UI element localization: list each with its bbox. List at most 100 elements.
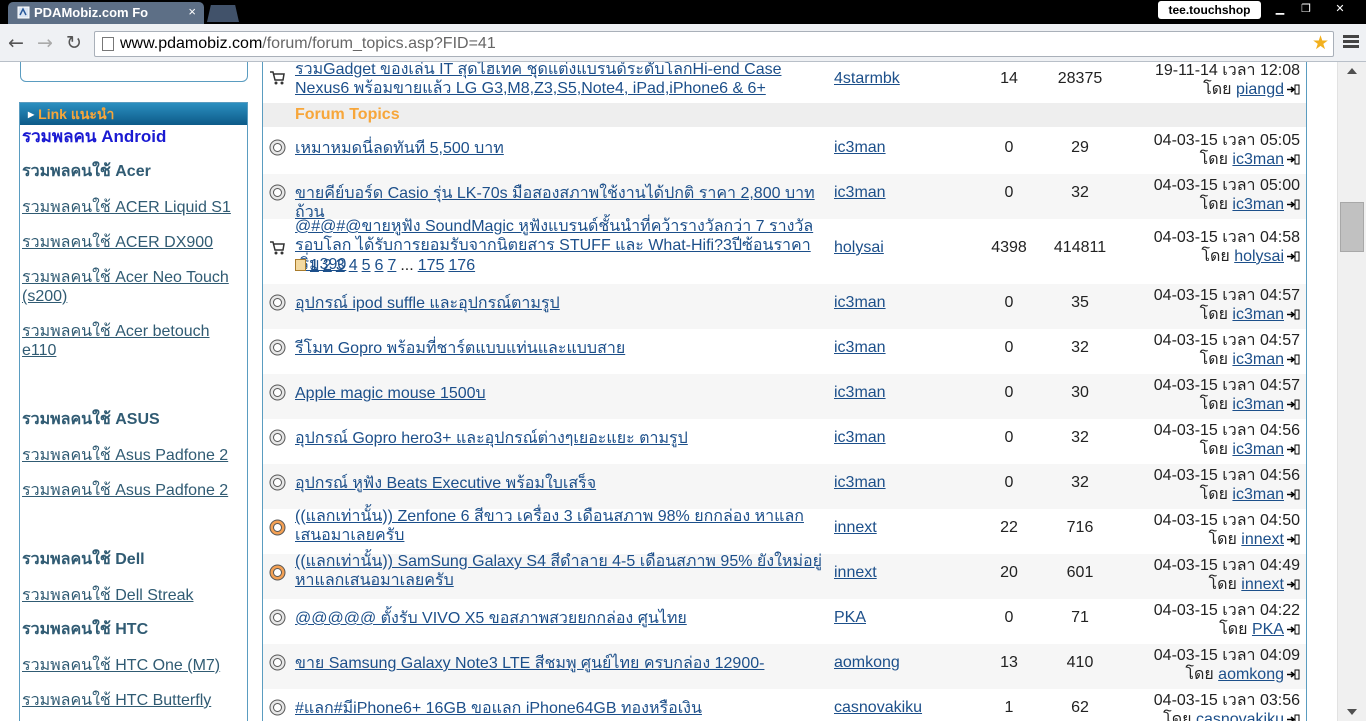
topic-title-link[interactable]: อุปกรณ์ ipod suffle และอุปกรณ์ตามรูป — [295, 294, 825, 313]
reload-icon[interactable]: ↻ — [66, 31, 82, 55]
back-icon[interactable]: ← — [8, 31, 24, 55]
pagination-link[interactable]: 1 — [310, 257, 319, 274]
last-post-user-link[interactable]: aomkong — [1218, 666, 1284, 683]
topic-author-link[interactable]: aomkong — [834, 654, 900, 672]
last-post-user-link[interactable]: ic3man — [1232, 396, 1284, 413]
last-post-user-link[interactable]: ic3man — [1232, 151, 1284, 168]
topic-views: 32 — [1071, 474, 1089, 491]
sidebar-link[interactable]: รวมพลคนใช้ ACER Liquid S1 — [22, 198, 231, 217]
restore-icon[interactable]: ❐ — [1294, 0, 1318, 18]
sidebar-link[interactable]: รวมพลคนใช้ HTC — [22, 620, 148, 639]
last-post-user-link[interactable]: holysai — [1234, 248, 1284, 265]
last-post-user-link[interactable]: ic3man — [1232, 306, 1284, 323]
last-post-user-link[interactable]: ic3man — [1232, 486, 1284, 503]
pagination-link[interactable]: 176 — [448, 257, 475, 274]
sidebar-link[interactable]: รวมพลคนใช้ ASUS — [22, 410, 160, 429]
goto-last-post-icon[interactable] — [1286, 354, 1300, 365]
chrome-menu-icon[interactable] — [1343, 35, 1359, 49]
last-post-user-link[interactable]: piangd — [1236, 81, 1284, 98]
window-close-icon[interactable]: ✕ — [1320, 0, 1360, 18]
topic-author-link[interactable]: ic3man — [834, 339, 886, 357]
goto-last-post-icon[interactable] — [1286, 199, 1300, 210]
topic-last-post: 04-03-15 เวลา 04:09 โดย aomkong — [1154, 646, 1300, 684]
topic-author-link[interactable]: innext — [834, 519, 877, 537]
browser-tab-active[interactable]: PDAMobiz.com Fo × — [8, 2, 204, 24]
topic-title-link[interactable]: รวมGadget ของเล่น IT สุดไฮเทค ชุดแต่งแบร… — [295, 62, 825, 98]
last-post-date: 04-03-15 เวลา 05:00 — [1153, 177, 1300, 194]
topic-title-link[interactable]: รีโมท Gopro พร้อมที่ชาร์ตแบบแท่นและแบบสา… — [295, 339, 825, 358]
topic-author-link[interactable]: ic3man — [834, 384, 886, 402]
pagination-link[interactable]: 5 — [362, 257, 371, 274]
minimize-icon[interactable]: ▁ — [1268, 0, 1292, 18]
topic-author-link[interactable]: holysai — [834, 239, 884, 257]
sidebar-link[interactable]: รวมพลคนใช้ HTC One (M7) — [22, 656, 220, 675]
topic-title-link[interactable]: อุปกรณ์ หูฟัง Beats Executive พร้อมใบเสร… — [295, 474, 825, 493]
topic-title-link[interactable]: เหมาหมดนี่ลดทันที 5,500 บาท — [295, 139, 825, 158]
last-post-user-link[interactable]: ic3man — [1232, 196, 1284, 213]
topic-title-link[interactable]: @@@@@ ตั้งรับ VIVO X5 ขอสภาพสวยยกกล่อง ศ… — [295, 609, 825, 628]
goto-last-post-icon[interactable] — [1286, 444, 1300, 455]
pagination-link[interactable]: 4 — [349, 257, 358, 274]
topic-title-link[interactable]: Apple magic mouse 1500บ — [295, 384, 825, 403]
bookmark-star-icon[interactable]: ★ — [1312, 32, 1329, 54]
address-bar[interactable]: www.pdamobiz.com/forum/forum_topics.asp?… — [94, 31, 1334, 57]
last-post-date: 04-03-15 เวลา 04:56 — [1153, 422, 1300, 439]
new-tab-button[interactable] — [207, 5, 239, 22]
last-post-user-link[interactable]: innext — [1241, 531, 1284, 548]
goto-last-post-icon[interactable] — [1286, 309, 1300, 320]
sidebar-link[interactable]: รวมพลคนใช้ Asus Padfone 2 — [22, 446, 228, 465]
topic-title-link[interactable]: ((แลกเท่านั้น)) SamSung Galaxy S4 สีดำลา… — [295, 552, 825, 590]
topic-author-link[interactable]: ic3man — [834, 474, 886, 492]
topic-title-link[interactable]: ขาย Samsung Galaxy Note3 LTE สีชมพู ศูนย… — [295, 654, 825, 673]
goto-last-post-icon[interactable] — [1286, 624, 1300, 635]
goto-last-post-icon[interactable] — [1286, 154, 1300, 165]
topic-title-link[interactable]: ((แลกเท่านั้น)) Zenfone 6 สีขาว เครื่อง … — [295, 507, 825, 545]
sidebar-link[interactable]: รวมพลคนใช้ Dell — [22, 550, 145, 569]
goto-last-post-icon[interactable] — [1286, 714, 1300, 721]
pagination-link[interactable]: 3 — [336, 257, 345, 274]
pagination-link[interactable]: 2 — [323, 257, 332, 274]
sidebar-link[interactable]: รวมพลคนใช้ Dell Streak — [22, 586, 193, 605]
scroll-down-icon[interactable] — [1347, 709, 1357, 715]
topic-author-link[interactable]: ic3man — [834, 429, 886, 447]
sidebar-link[interactable]: รวมพลคน Android — [22, 127, 166, 146]
forward-icon[interactable]: → — [37, 31, 53, 55]
profile-button[interactable]: tee.touchshop — [1158, 1, 1261, 19]
topic-title-link[interactable]: อุปกรณ์ Gopro hero3+ และอุปกรณ์ต่างๆเยอะ… — [295, 429, 825, 448]
goto-last-post-icon[interactable] — [1286, 399, 1300, 410]
tab-close-icon[interactable]: × — [188, 4, 196, 19]
last-post-user-link[interactable]: PKA — [1252, 621, 1284, 638]
goto-last-post-icon[interactable] — [1286, 84, 1300, 95]
sidebar-link[interactable]: รวมพลคนใช้ Asus Padfone 2 — [22, 481, 228, 500]
sidebar-link[interactable]: รวมพลคนใช้ ACER DX900 — [22, 233, 213, 252]
sidebar-link[interactable]: รวมพลคนใช้ Acer Neo Touch (s200) — [22, 268, 244, 306]
topic-author-link[interactable]: 4starmbk — [834, 70, 900, 88]
topic-author-link[interactable]: PKA — [834, 609, 866, 627]
topic-author-link[interactable]: ic3man — [834, 294, 886, 312]
last-post-user-link[interactable]: ic3man — [1232, 351, 1284, 368]
last-post-user-link[interactable]: casnovakiku — [1196, 711, 1284, 721]
topic-author-link[interactable]: innext — [834, 564, 877, 582]
pagination-link[interactable]: 6 — [375, 257, 384, 274]
sidebar-link[interactable]: รวมพลคนใช้ Acer — [22, 162, 151, 181]
topic-author-link[interactable]: casnovakiku — [834, 699, 922, 717]
scrollbar-thumb[interactable] — [1340, 202, 1364, 252]
pagination-link[interactable]: 175 — [418, 257, 445, 274]
topic-last-post: 04-03-15 เวลา 05:05 โดย ic3man — [1154, 131, 1300, 169]
scroll-up-icon[interactable] — [1347, 68, 1357, 74]
goto-last-post-icon[interactable] — [1286, 669, 1300, 680]
goto-last-post-icon[interactable] — [1286, 579, 1300, 590]
sidebar-link[interactable]: รวมพลคนใช้ Acer betouch e110 — [22, 322, 244, 360]
goto-last-post-icon[interactable] — [1286, 534, 1300, 545]
vertical-scrollbar[interactable] — [1337, 62, 1366, 721]
sidebar-link[interactable]: รวมพลคนใช้ HTC Butterfly — [22, 691, 211, 710]
last-post-user-link[interactable]: innext — [1241, 576, 1284, 593]
topic-title-link[interactable]: #แลก#มีiPhone6+ 16GB ขอแลก iPhone64GB ทอ… — [295, 699, 825, 718]
goto-last-post-icon[interactable] — [1286, 251, 1300, 262]
topic-author-link[interactable]: ic3man — [834, 139, 886, 157]
last-post-user-link[interactable]: ic3man — [1232, 441, 1284, 458]
last-post-by-label: โดย — [1199, 196, 1228, 213]
goto-last-post-icon[interactable] — [1286, 489, 1300, 500]
pagination-link[interactable]: 7 — [387, 257, 396, 274]
topic-author-link[interactable]: ic3man — [834, 184, 886, 202]
